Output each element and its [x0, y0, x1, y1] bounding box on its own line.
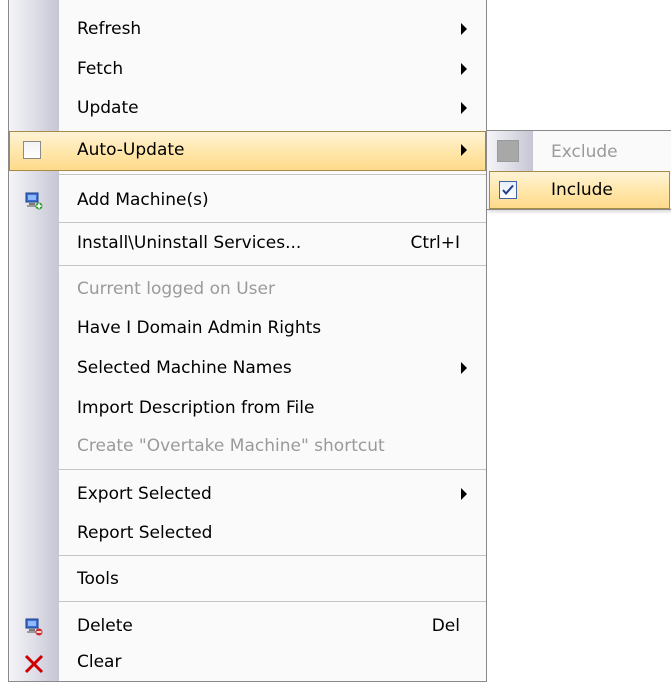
menu-separator	[59, 555, 486, 556]
checked-checkbox-icon	[499, 181, 517, 199]
menu-item-current-user: Current logged on User	[9, 270, 486, 310]
menu-item-delete[interactable]: Delete Del	[9, 607, 486, 647]
submenu-arrow-icon	[461, 362, 467, 374]
disabled-checkbox-icon	[497, 140, 519, 162]
menu-item-export-selected[interactable]: Export Selected	[9, 475, 486, 515]
submenu-item-exclude: Exclude	[489, 133, 670, 171]
menu-item-refresh[interactable]: Refresh	[9, 10, 486, 50]
menu-item-label: Current logged on User	[77, 279, 275, 299]
submenu-item-include[interactable]: Include	[489, 171, 670, 209]
menu-item-label: Create "Overtake Machine" shortcut	[77, 436, 385, 456]
menu-item-update[interactable]: Update	[9, 89, 486, 129]
menu-item-label: Clear	[77, 652, 122, 672]
menu-item-create-shortcut: Create "Overtake Machine" shortcut	[9, 427, 486, 467]
unchecked-checkbox-icon	[23, 141, 41, 159]
menu-item-install-uninstall[interactable]: Install\Uninstall Services... Ctrl+I	[9, 224, 486, 264]
menu-item-tools[interactable]: Tools	[9, 560, 486, 600]
menu-item-fetch[interactable]: Fetch	[9, 50, 486, 90]
menu-item-label: Selected Machine Names	[77, 358, 292, 378]
delete-machine-icon	[25, 618, 43, 636]
menu-item-label: Report Selected	[77, 523, 213, 543]
menu-item-shortcut: Del	[431, 616, 460, 636]
menu-item-add-machine[interactable]: Add Machine(s)	[9, 181, 486, 221]
menu-separator	[59, 265, 486, 266]
submenu-item-label: Include	[551, 180, 613, 200]
menu-separator	[59, 469, 486, 470]
submenu-arrow-icon	[461, 102, 467, 114]
submenu-item-label: Exclude	[551, 142, 618, 162]
menu-item-label: Delete	[77, 616, 133, 636]
menu-item-shortcut: Ctrl+I	[410, 233, 460, 253]
menu-item-label: Refresh	[77, 19, 142, 39]
menu-item-label: Auto-Update	[77, 140, 185, 160]
menu-item-label: Import Description from File	[77, 398, 315, 418]
add-machine-icon	[25, 192, 43, 210]
auto-update-submenu: Exclude Include	[486, 130, 671, 210]
menu-separator	[59, 174, 486, 175]
submenu-arrow-icon	[461, 23, 467, 35]
menu-item-label: Have I Domain Admin Rights	[77, 318, 322, 338]
menu-item-label: Install\Uninstall Services...	[77, 233, 302, 253]
menu-item-label: Fetch	[77, 59, 124, 79]
menu-item-label: Tools	[77, 569, 119, 589]
menu-item-report-selected[interactable]: Report Selected	[9, 514, 486, 554]
menu-separator	[59, 601, 486, 602]
menu-separator	[59, 222, 486, 223]
context-menu: Refresh Fetch Update Auto-Update Add Mac…	[8, 0, 487, 682]
menu-item-label: Update	[77, 98, 139, 118]
submenu-arrow-icon	[461, 144, 467, 156]
menu-item-selected-machine-names[interactable]: Selected Machine Names	[9, 349, 486, 389]
menu-item-label: Add Machine(s)	[77, 190, 209, 210]
menu-item-auto-update[interactable]: Auto-Update	[9, 131, 486, 171]
submenu-arrow-icon	[461, 488, 467, 500]
red-x-icon	[23, 653, 45, 675]
menu-item-domain-admin[interactable]: Have I Domain Admin Rights	[9, 309, 486, 349]
submenu-arrow-icon	[461, 63, 467, 75]
menu-item-import-description[interactable]: Import Description from File	[9, 389, 486, 429]
menu-item-clear[interactable]: Clear	[9, 643, 486, 683]
menu-item-label: Export Selected	[77, 484, 212, 504]
